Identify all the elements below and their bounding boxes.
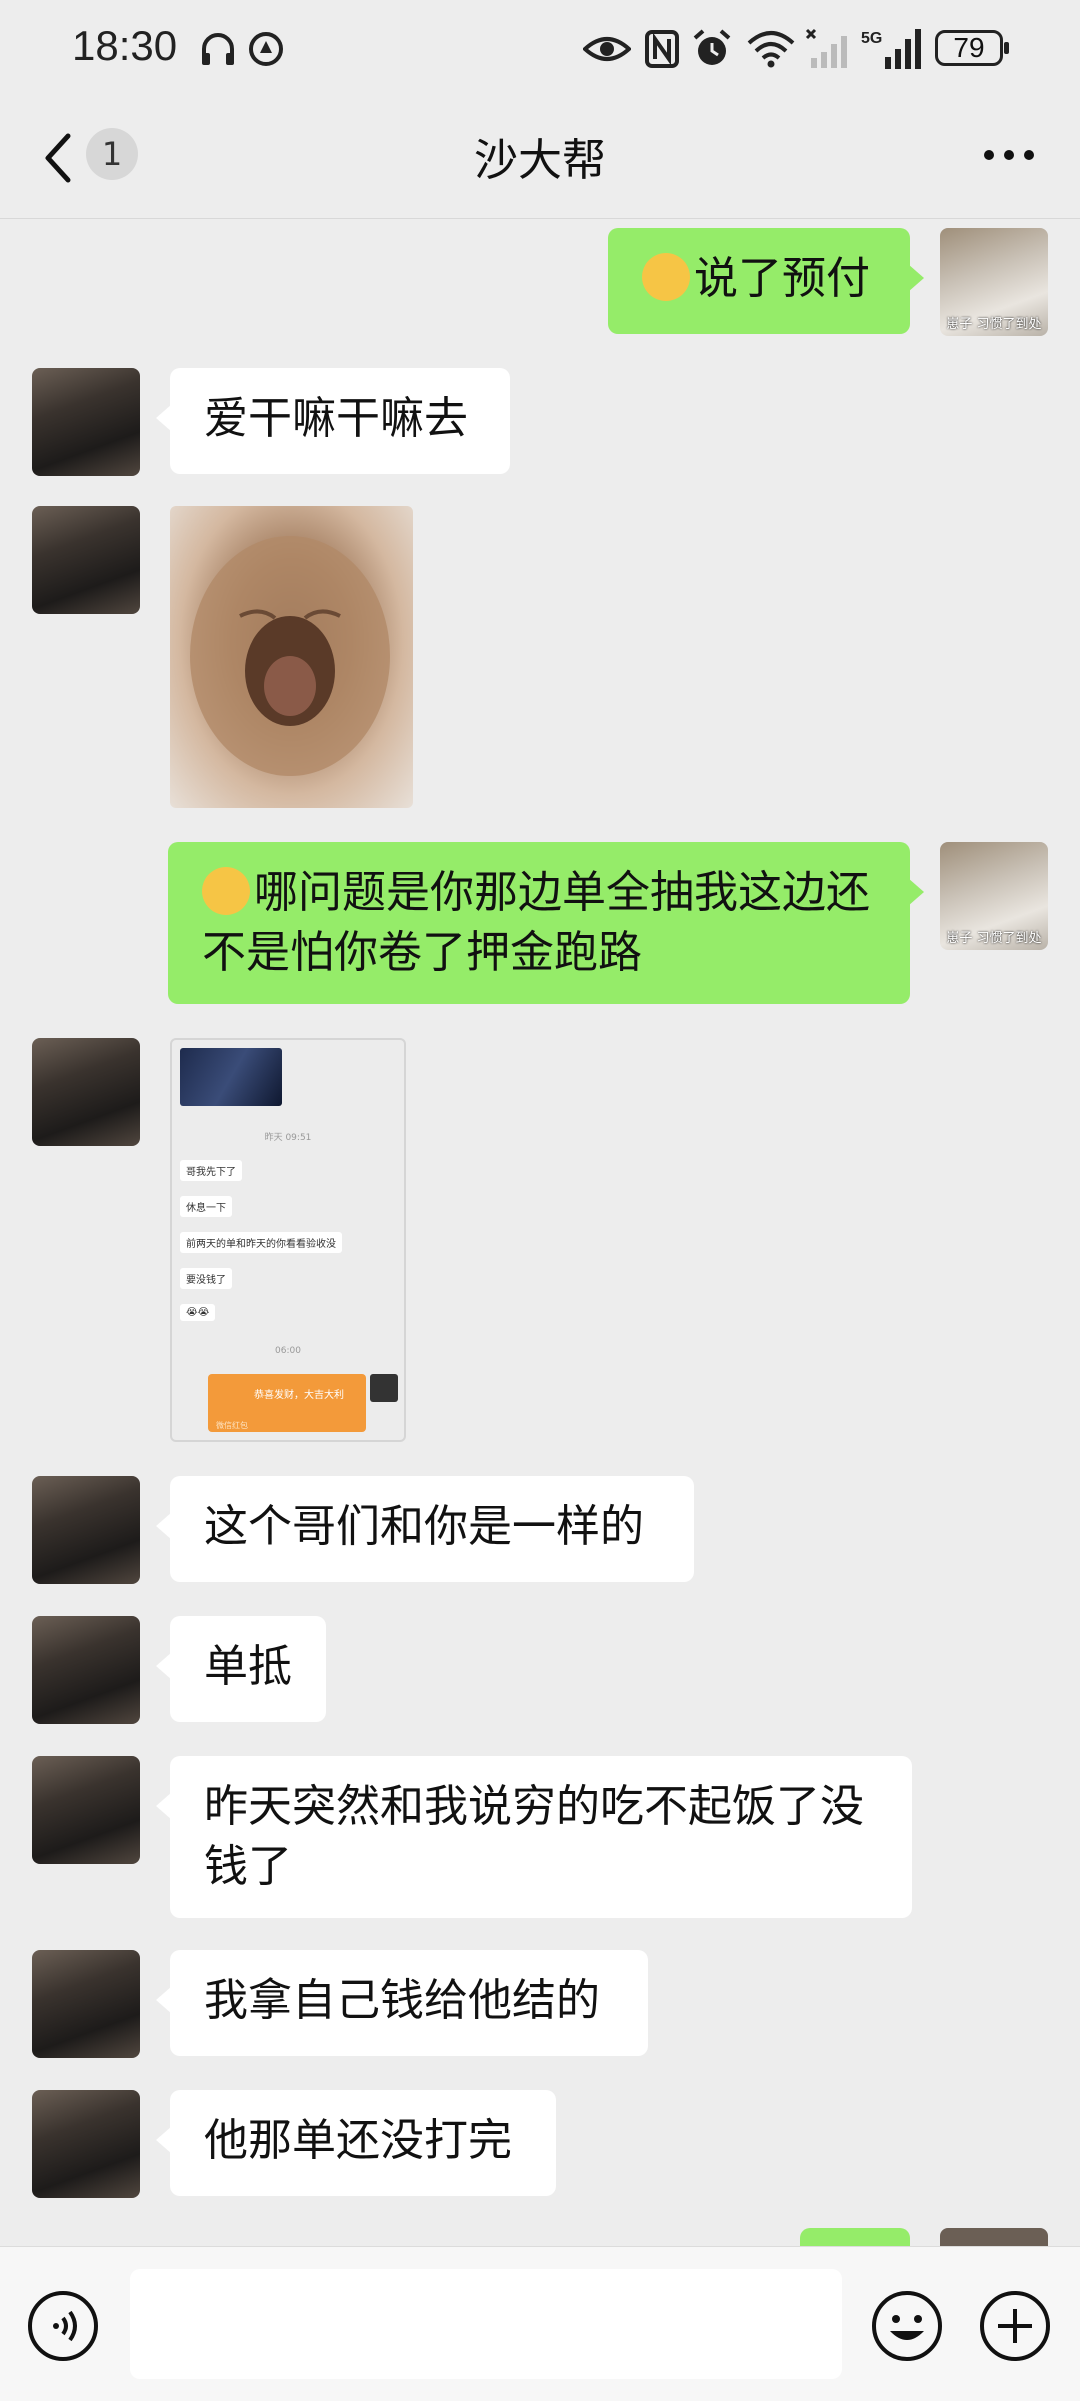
signal-off-icon bbox=[804, 26, 852, 72]
message-text: 昨天突然和我说穷的吃不起饭了没钱了 bbox=[204, 1781, 864, 1892]
message-bubble-incoming[interactable]: 这个哥们和你是一样的 bbox=[156, 1476, 694, 1582]
battery-indicator: 79 bbox=[935, 30, 1009, 66]
svg-text:5G: 5G bbox=[861, 30, 882, 47]
message-bubble-incoming[interactable]: 我拿自己钱给他结的 bbox=[156, 1950, 648, 2056]
signal-5g-icon: 5G bbox=[858, 26, 924, 72]
message-text: 我拿自己钱给他结的 bbox=[204, 1975, 600, 2026]
message-text: 这个哥们和你是一样的 bbox=[204, 1501, 644, 1552]
contact-avatar[interactable] bbox=[32, 1950, 140, 2058]
nfc-icon bbox=[642, 26, 682, 72]
emoji-icon[interactable] bbox=[870, 2289, 944, 2363]
contact-avatar[interactable] bbox=[32, 1038, 140, 1146]
message-bubble-outgoing[interactable]: 哪问题是你那边单全抽我这边还不是怕你卷了押金跑路 bbox=[168, 842, 924, 1004]
goofy-face-emoji-icon bbox=[202, 867, 250, 915]
headphones-icon bbox=[196, 26, 240, 72]
contact-avatar[interactable] bbox=[32, 1476, 140, 1584]
contact-avatar[interactable] bbox=[32, 506, 140, 614]
message-text: 爱干嘛干嘛去 bbox=[204, 393, 468, 444]
screenshot-message: 要没钱了 bbox=[180, 1268, 232, 1289]
message-text: 哪问题是你那边单全抽我这边还不是怕你卷了押金跑路 bbox=[202, 867, 870, 978]
input-bar bbox=[0, 2246, 1080, 2401]
self-avatar[interactable]: 崽子 习惯了到处 bbox=[940, 228, 1048, 336]
avatar-caption: 崽子 习惯了到处 bbox=[946, 317, 1042, 332]
chat-title: 沙大帮 bbox=[474, 135, 606, 186]
voice-input-icon[interactable] bbox=[26, 2289, 100, 2363]
chat-screenshot-image[interactable]: 昨天 09:51 哥我先下了 休息一下 前两天的单和昨天的你看看验收没 要没钱了… bbox=[170, 1038, 406, 1442]
alarm-icon bbox=[690, 26, 734, 72]
message-text: 他那单还没打完 bbox=[204, 2115, 512, 2166]
message-bubble-incoming[interactable]: 爱干嘛干嘛去 bbox=[156, 368, 510, 474]
contact-avatar[interactable] bbox=[32, 368, 140, 476]
screenshot-timestamp: 昨天 09:51 bbox=[264, 1133, 312, 1143]
message-input[interactable] bbox=[130, 2269, 842, 2379]
laughing-crying-emoji-icon bbox=[642, 253, 690, 301]
message-bubble-incoming[interactable]: 他那单还没打完 bbox=[156, 2090, 556, 2196]
red-packet-text: 恭喜发财，大吉大利 bbox=[254, 1390, 344, 1401]
message-bubble-incoming[interactable]: 昨天突然和我说穷的吃不起饭了没钱了 bbox=[156, 1756, 912, 1918]
contact-avatar[interactable] bbox=[32, 1616, 140, 1724]
cat-sticker-image[interactable] bbox=[170, 506, 413, 808]
message-text: 单抵 bbox=[204, 1641, 292, 1692]
message-bubble-partial[interactable] bbox=[800, 2228, 910, 2246]
add-icon[interactable] bbox=[978, 2289, 1052, 2363]
contact-avatar[interactable] bbox=[32, 1756, 140, 1864]
screenshot-timestamp: 06:00 bbox=[275, 1346, 301, 1356]
screenshot-avatar bbox=[370, 1374, 398, 1402]
message-bubble-outgoing[interactable]: 说了预付 bbox=[608, 228, 924, 334]
screenshot-message: 哥我先下了 bbox=[180, 1160, 242, 1181]
wifi-icon bbox=[744, 26, 798, 72]
location-badge-icon bbox=[244, 26, 288, 72]
self-avatar-partial[interactable] bbox=[940, 2228, 1048, 2246]
more-options-icon[interactable] bbox=[974, 120, 1044, 190]
screenshot-message: 前两天的单和昨天的你看看验收没 bbox=[180, 1232, 342, 1253]
screenshot-message: 😭😭 bbox=[180, 1304, 216, 1321]
message-text: 说了预付 bbox=[694, 253, 870, 304]
status-bar: 18:30 5G 79 bbox=[0, 0, 1080, 100]
self-avatar[interactable]: 崽子 习惯了到处 bbox=[940, 842, 1048, 950]
red-packet: 恭喜发财，大吉大利 微信红包 bbox=[208, 1374, 366, 1432]
status-time: 18:30 bbox=[72, 22, 178, 69]
message-bubble-incoming[interactable]: 单抵 bbox=[156, 1616, 326, 1722]
eye-icon bbox=[582, 26, 632, 72]
screenshot-message: 休息一下 bbox=[180, 1196, 232, 1217]
contact-avatar[interactable] bbox=[32, 2090, 140, 2198]
avatar-caption: 崽子 习惯了到处 bbox=[946, 931, 1042, 946]
red-packet-sub: 微信红包 bbox=[216, 1421, 248, 1430]
game-banner-image bbox=[180, 1048, 282, 1106]
